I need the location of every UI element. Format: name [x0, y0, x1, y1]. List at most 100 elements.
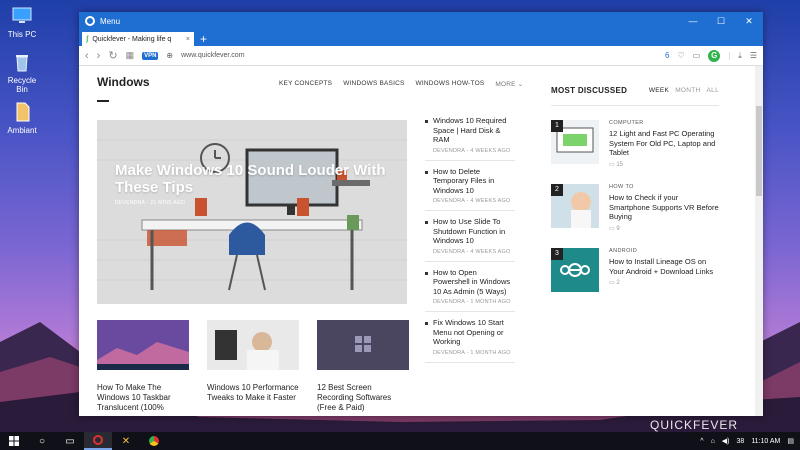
clock[interactable]: 11:10 AM: [751, 438, 780, 445]
tools-taskbar-icon[interactable]: ✕: [112, 432, 140, 450]
card-title[interactable]: How To Make The Windows 10 Taskbar Trans…: [97, 383, 189, 413]
notifications-icon[interactable]: ▤: [787, 437, 794, 445]
back-icon[interactable]: ‹: [85, 50, 89, 62]
list-item-meta: DEVENDRA - 1 MONTH AGO: [433, 299, 511, 305]
discussed-item[interactable]: 1 COMPUTER 12 Light and Fast PC Operatin…: [551, 120, 719, 170]
list-item-title[interactable]: Windows 10 Required Space | Hard Disk & …: [433, 116, 515, 145]
account-icon[interactable]: G: [708, 49, 721, 62]
list-item-meta: DEVENDRA - 4 WEEKS AGO: [433, 248, 511, 255]
bullet: [425, 271, 428, 275]
forward-icon[interactable]: ›: [97, 50, 101, 62]
divider: [551, 105, 719, 106]
bullet: [425, 170, 428, 174]
article-card[interactable]: 12 Best Screen Recording Softwares (Free…: [317, 320, 409, 413]
discussed-category[interactable]: HOW TO: [609, 184, 721, 190]
comment-icon: ▭: [609, 161, 615, 168]
desktop-icon-ambiant[interactable]: Ambiant: [4, 102, 40, 135]
globe-icon: ⊕: [166, 51, 174, 60]
list-item-title[interactable]: Fix Windows 10 Start Menu not Opening or…: [433, 318, 515, 347]
list-item-title[interactable]: How to Use Slide To Shutdown Function in…: [433, 217, 515, 246]
opera-taskbar-icon[interactable]: [84, 432, 112, 450]
hero-article[interactable]: Make Windows 10 Sound Louder With These …: [97, 120, 407, 304]
nav-key-concepts[interactable]: KEY CONCEPTS: [279, 80, 332, 88]
tab-all[interactable]: ALL: [707, 87, 719, 94]
comment-count-value: 9: [616, 225, 620, 232]
card-title[interactable]: Windows 10 Performance Tweaks to Make it…: [207, 383, 299, 403]
list-item-title[interactable]: How to Delete Temporary Files in Windows…: [433, 167, 515, 196]
download-icon[interactable]: ⤓: [738, 51, 742, 61]
list-item[interactable]: How to Open Powershell in Windows 10 As …: [425, 268, 515, 312]
network-icon[interactable]: ⌂: [711, 438, 715, 445]
maximize-icon[interactable]: ☐: [707, 16, 735, 27]
tab-title: Quickfever - Making life q: [92, 35, 172, 43]
tray-number[interactable]: 38: [737, 438, 745, 445]
list-item-title[interactable]: How to Open Powershell in Windows 10 As …: [433, 268, 515, 297]
list-item-meta: DEVENDRA - 4 WEEKS AGO: [433, 198, 511, 204]
menu-button[interactable]: Menu: [100, 17, 120, 26]
start-button[interactable]: [0, 432, 28, 450]
cortana-icon[interactable]: ○: [28, 432, 56, 450]
hero-title[interactable]: Make Windows 10 Sound Louder With These …: [115, 162, 405, 196]
title-underline: [97, 100, 109, 102]
nav-windows-basics[interactable]: WINDOWS BASICS: [343, 80, 404, 88]
desktop-icon-this-pc[interactable]: This PC: [4, 6, 40, 39]
separator: |: [728, 51, 731, 60]
list-item-meta: DEVENDRA - 1 MONTH AGO: [433, 349, 511, 356]
discussed-item[interactable]: 2 HOW TO How to Check if your Smartphone…: [551, 184, 719, 234]
url-field[interactable]: www.quickfever.com: [181, 52, 244, 59]
address-bar: ‹ › ↻ ▦ VPN ⊕ www.quickfever.com 6 ♡ ▭ G…: [79, 46, 763, 66]
discussed-title[interactable]: How to Check if your Smartphone Supports…: [609, 193, 721, 222]
article-cards: How To Make The Windows 10 Taskbar Trans…: [97, 320, 409, 413]
bullet: [425, 322, 428, 325]
windows-logo-icon: [9, 436, 19, 446]
heart-icon[interactable]: ♡: [677, 51, 684, 60]
discussed-category[interactable]: ANDROID: [609, 248, 721, 254]
scrollbar-thumb[interactable]: [756, 106, 762, 196]
most-discussed-panel: MOST DISCUSSED WEEK MONTH ALL 1 COMPUTER…: [551, 86, 719, 292]
opera-logo-icon[interactable]: [85, 16, 95, 26]
comment-count: ▭ 2: [609, 279, 721, 286]
bullet: [425, 221, 428, 224]
task-view-icon[interactable]: ▭: [56, 432, 84, 450]
list-item[interactable]: How to Use Slide To Shutdown Function in…: [425, 217, 515, 262]
new-tab-button[interactable]: +: [200, 32, 207, 46]
hero-meta: DEVENDRA - 21 MINS AGO: [115, 200, 186, 206]
chevron-up-icon[interactable]: ^: [700, 438, 703, 445]
vpn-badge[interactable]: VPN: [142, 51, 159, 60]
article-card[interactable]: How To Make The Windows 10 Taskbar Trans…: [97, 320, 189, 413]
discussed-title[interactable]: 12 Light and Fast PC Operating System Fo…: [609, 129, 721, 158]
tab-quickfever[interactable]: ʃ Quickfever - Making life q ×: [82, 32, 194, 46]
snapshot-icon[interactable]: ▭: [693, 51, 701, 60]
discussed-item[interactable]: 3 ANDROID How to Install Lineage OS on Y…: [551, 248, 719, 298]
tab-close-icon[interactable]: ×: [186, 36, 190, 43]
ad-block-count[interactable]: 6: [665, 51, 669, 60]
tab-month[interactable]: MONTH: [675, 87, 700, 94]
hero-illustration: [97, 120, 407, 304]
nav-windows-how-tos[interactable]: WINDOWS HOW-TOS: [416, 80, 485, 88]
list-item[interactable]: Fix Windows 10 Start Menu not Opening or…: [425, 318, 515, 363]
reload-icon[interactable]: ↻: [108, 49, 117, 62]
close-icon[interactable]: ✕: [735, 16, 763, 27]
scrollbar[interactable]: [755, 66, 763, 416]
speed-dial-icon[interactable]: ▦: [126, 50, 135, 61]
minimize-icon[interactable]: —: [679, 16, 707, 27]
browser-window: Menu — ☐ ✕ ʃ Quickfever - Making life q …: [79, 12, 763, 416]
title-bar: Menu — ☐ ✕: [79, 12, 763, 30]
list-item-meta: DEVENDRA - 4 WEEKS AGO: [433, 147, 511, 154]
discussed-category[interactable]: COMPUTER: [609, 120, 721, 126]
chrome-taskbar-icon[interactable]: [140, 432, 168, 450]
volume-icon[interactable]: ◀): [722, 437, 730, 445]
list-item[interactable]: Windows 10 Required Space | Hard Disk & …: [425, 116, 515, 161]
nav-more[interactable]: MORE ⌄: [495, 80, 523, 88]
article-card[interactable]: Windows 10 Performance Tweaks to Make it…: [207, 320, 299, 413]
easy-setup-icon[interactable]: ☰: [750, 51, 757, 60]
desktop-icon-label: Recycle Bin: [7, 76, 37, 94]
list-item[interactable]: How to Delete Temporary Files in Windows…: [425, 167, 515, 211]
category-nav: KEY CONCEPTS WINDOWS BASICS WINDOWS HOW-…: [279, 80, 523, 88]
desktop-icon-label: Ambiant: [7, 126, 37, 135]
card-title[interactable]: 12 Best Screen Recording Softwares (Free…: [317, 383, 409, 413]
discussed-title[interactable]: How to Install Lineage OS on Your Androi…: [609, 257, 721, 276]
desktop-icon-recycle-bin[interactable]: Recycle Bin: [4, 52, 40, 94]
tab-week[interactable]: WEEK: [649, 87, 669, 94]
desktop-icon-label: This PC: [7, 30, 37, 39]
